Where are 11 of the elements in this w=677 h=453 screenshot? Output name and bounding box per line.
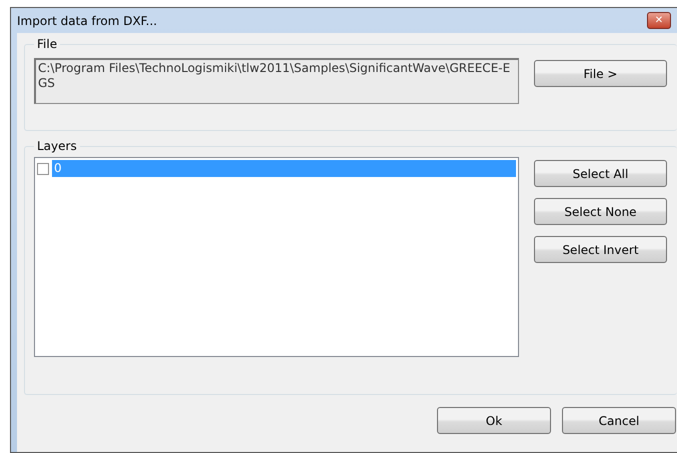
group-label: File: [36, 37, 58, 51]
ok-button[interactable]: Ok: [437, 407, 551, 434]
checkbox[interactable]: [37, 162, 49, 174]
select-button[interactable]: Select Invert: [534, 236, 667, 263]
cancel-button[interactable]: Cancel: [562, 407, 676, 434]
select-button[interactable]: Select All: [534, 160, 667, 187]
window-title: Import data from DXF...: [17, 14, 158, 28]
file-button[interactable]: File >: [534, 60, 667, 87]
file-path-field[interactable]: C:\Program Files\TechnoLogismiki\tlw2011\Samples\SignificantWave\GREECE-EGS: [34, 58, 519, 104]
group-label: Layers: [36, 139, 78, 153]
select-button[interactable]: Select None: [534, 198, 667, 225]
